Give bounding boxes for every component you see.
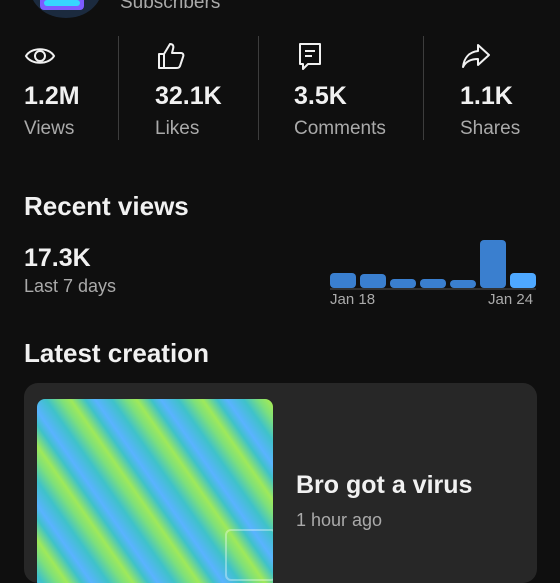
latest-video-card[interactable]: Bro got a virus 1 hour ago — [24, 383, 537, 583]
stat-label: Views — [24, 118, 75, 139]
video-thumbnail[interactable] — [37, 399, 273, 583]
stat-value: 32.1K — [155, 82, 222, 110]
avatar-art-detail — [44, 0, 80, 6]
x-tick-label: Jan 18 — [330, 291, 376, 308]
recent-views-heading: Recent views — [24, 191, 189, 221]
thumbs-up-icon — [158, 43, 185, 69]
chart-bar-jan-22 — [450, 280, 476, 288]
chart-bar-jan-23 — [480, 240, 506, 288]
share-icon — [462, 44, 490, 68]
chart-bar-jan-21 — [420, 279, 446, 288]
stat-label: Shares — [460, 118, 521, 139]
recent-views-period: Last 7 days — [24, 276, 117, 296]
stat-divider — [258, 36, 259, 140]
chart-bar-jan-18 — [330, 273, 356, 288]
thumbnail-detail — [225, 529, 273, 581]
comment-icon — [299, 43, 321, 70]
video-title[interactable]: Bro got a virus — [296, 471, 472, 500]
stat-value: 1.1K — [460, 82, 513, 110]
channel-avatar[interactable] — [30, 0, 102, 18]
bar-chart-area — [330, 240, 536, 290]
stat-label: Likes — [155, 118, 200, 139]
recent-views-chart[interactable]: Jan 18 Jan 24 — [326, 228, 542, 316]
stats-row: 1.2M Views 32.1K Likes 3.5K Comments 1.1… — [0, 36, 560, 142]
video-time: 1 hour ago — [296, 510, 383, 530]
chart-bar-jan-19 — [360, 274, 386, 288]
stat-divider — [423, 36, 424, 140]
recent-views-value: 17.3K — [24, 244, 91, 272]
stat-label: Comments — [294, 118, 386, 139]
chart-bar-jan-24 — [510, 273, 536, 288]
latest-creation-heading: Latest creation — [24, 338, 209, 368]
stat-value: 1.2M — [24, 82, 80, 110]
x-tick-label: Jan 24 — [488, 291, 534, 308]
subscribers-label: Subscribers — [120, 0, 221, 13]
chart-bar-jan-20 — [390, 279, 416, 288]
stat-divider — [118, 36, 119, 140]
eye-icon — [24, 48, 56, 64]
stat-value: 3.5K — [294, 82, 347, 110]
